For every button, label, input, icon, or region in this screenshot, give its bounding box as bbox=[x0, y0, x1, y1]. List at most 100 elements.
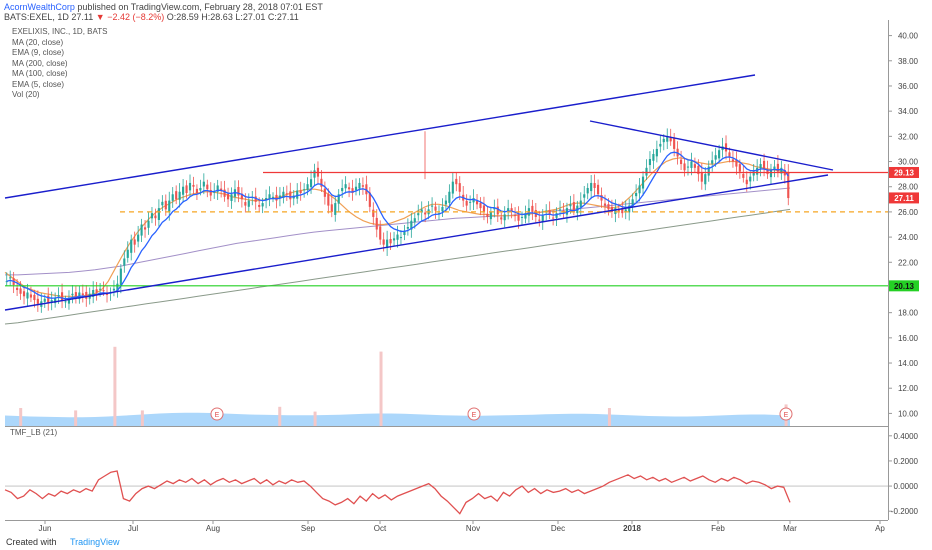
candle-body bbox=[475, 201, 479, 205]
candle-body bbox=[16, 287, 19, 290]
candle-body bbox=[230, 194, 233, 201]
lower-channel-line bbox=[4, 174, 829, 311]
candle-body bbox=[206, 184, 209, 190]
candle-body bbox=[486, 213, 489, 217]
candle-body bbox=[714, 155, 717, 160]
candle-body bbox=[586, 187, 589, 194]
candle-body bbox=[175, 191, 178, 200]
candle-body bbox=[85, 291, 88, 299]
candle-body bbox=[652, 153, 655, 161]
candle-body bbox=[182, 186, 185, 195]
candle-body bbox=[341, 187, 344, 192]
candle-body bbox=[638, 185, 641, 194]
candle-body bbox=[673, 138, 676, 149]
price-tick-label: 12.00 bbox=[898, 384, 919, 393]
candle-body bbox=[614, 208, 617, 215]
price-label-text: 27.11 bbox=[894, 194, 914, 203]
volume-spike-bar bbox=[19, 408, 23, 426]
candle-body bbox=[711, 160, 714, 164]
candle-body bbox=[60, 292, 64, 301]
candle-body bbox=[188, 182, 192, 191]
candle-body bbox=[759, 164, 762, 169]
candle-body bbox=[226, 193, 230, 200]
candle-body bbox=[382, 239, 385, 245]
candle-body bbox=[728, 152, 731, 157]
candle-body bbox=[185, 185, 188, 194]
price-tick-label: 30.00 bbox=[898, 158, 919, 167]
candle-body bbox=[479, 203, 482, 209]
candle-body bbox=[603, 203, 607, 206]
price-tick-label: 24.00 bbox=[898, 233, 919, 242]
volume-average-area bbox=[5, 412, 790, 426]
footer: Created with TradingView bbox=[0, 534, 932, 550]
volume-spike-bar bbox=[379, 351, 383, 426]
tmf-line bbox=[4, 470, 791, 515]
candle-body bbox=[95, 289, 98, 293]
candle-body bbox=[154, 215, 157, 219]
candle-body bbox=[26, 292, 29, 299]
candle-body bbox=[133, 239, 136, 245]
candle-body bbox=[150, 213, 154, 219]
candle-body bbox=[147, 220, 150, 228]
candle-body bbox=[237, 186, 240, 196]
candle-body bbox=[289, 191, 292, 200]
time-tick-label: Oct bbox=[374, 524, 387, 533]
price-tick-label: 40.00 bbox=[898, 32, 919, 41]
candle-body bbox=[489, 211, 492, 220]
candle-body bbox=[597, 184, 600, 195]
time-tick-label: Sep bbox=[301, 524, 316, 533]
candle-body bbox=[392, 238, 396, 241]
candle-body bbox=[572, 202, 575, 211]
candle-body bbox=[143, 227, 147, 230]
candle-body bbox=[517, 214, 520, 221]
tradingview-logo[interactable]: TradingView bbox=[70, 537, 120, 547]
earnings-marker-label: E bbox=[215, 412, 220, 419]
candle-body bbox=[327, 194, 330, 206]
candle-body bbox=[641, 176, 645, 189]
volume-spike-bar bbox=[278, 406, 282, 426]
time-tick-label: Mar bbox=[783, 524, 797, 533]
volume-spike-bar bbox=[140, 410, 144, 426]
candle-body bbox=[112, 288, 116, 291]
candle-body bbox=[330, 204, 333, 212]
candle-body bbox=[531, 205, 534, 212]
candle-body bbox=[607, 204, 610, 210]
candle-body bbox=[593, 183, 596, 188]
candle-body bbox=[413, 218, 416, 223]
candle-body bbox=[299, 190, 302, 194]
earnings-marker-label: E bbox=[472, 412, 477, 419]
candle-body bbox=[168, 200, 171, 213]
candle-body bbox=[431, 205, 434, 207]
candle-body bbox=[361, 185, 364, 187]
candle-body bbox=[482, 205, 486, 212]
candle-body bbox=[520, 216, 524, 218]
candle-body bbox=[399, 237, 403, 239]
candle-body bbox=[126, 249, 129, 258]
candle-body bbox=[344, 184, 347, 189]
price-tick-label: 16.00 bbox=[898, 334, 919, 343]
volume-spike-bar bbox=[313, 411, 317, 426]
candle-body bbox=[354, 186, 358, 191]
candle-body bbox=[742, 173, 745, 178]
chart-canvas[interactable]: 40.00 38.00 36.00 34.00 32.00 30.00 28.00 26.00… bbox=[0, 0, 932, 534]
time-tick-label: Jul bbox=[128, 524, 138, 533]
candle-body bbox=[745, 179, 748, 185]
candle-body bbox=[64, 301, 67, 303]
candle-body bbox=[157, 208, 160, 220]
time-tick-label: Dec bbox=[551, 524, 565, 533]
candle-body bbox=[140, 224, 143, 236]
ema9-line bbox=[6, 151, 789, 300]
candle-body bbox=[500, 217, 503, 220]
tmf-tick-label: 0.4000 bbox=[894, 432, 919, 441]
candle-body bbox=[455, 178, 458, 185]
price-tick-label: 26.00 bbox=[898, 208, 919, 217]
candle-body bbox=[271, 196, 275, 198]
earnings-marker-label: E bbox=[784, 412, 789, 419]
candle-body bbox=[514, 215, 517, 217]
candle-body bbox=[756, 167, 759, 175]
candle-body bbox=[123, 258, 126, 266]
candle-body bbox=[718, 150, 721, 159]
candle-body bbox=[119, 268, 122, 286]
candle-body bbox=[161, 201, 164, 206]
candle-body bbox=[296, 190, 299, 199]
